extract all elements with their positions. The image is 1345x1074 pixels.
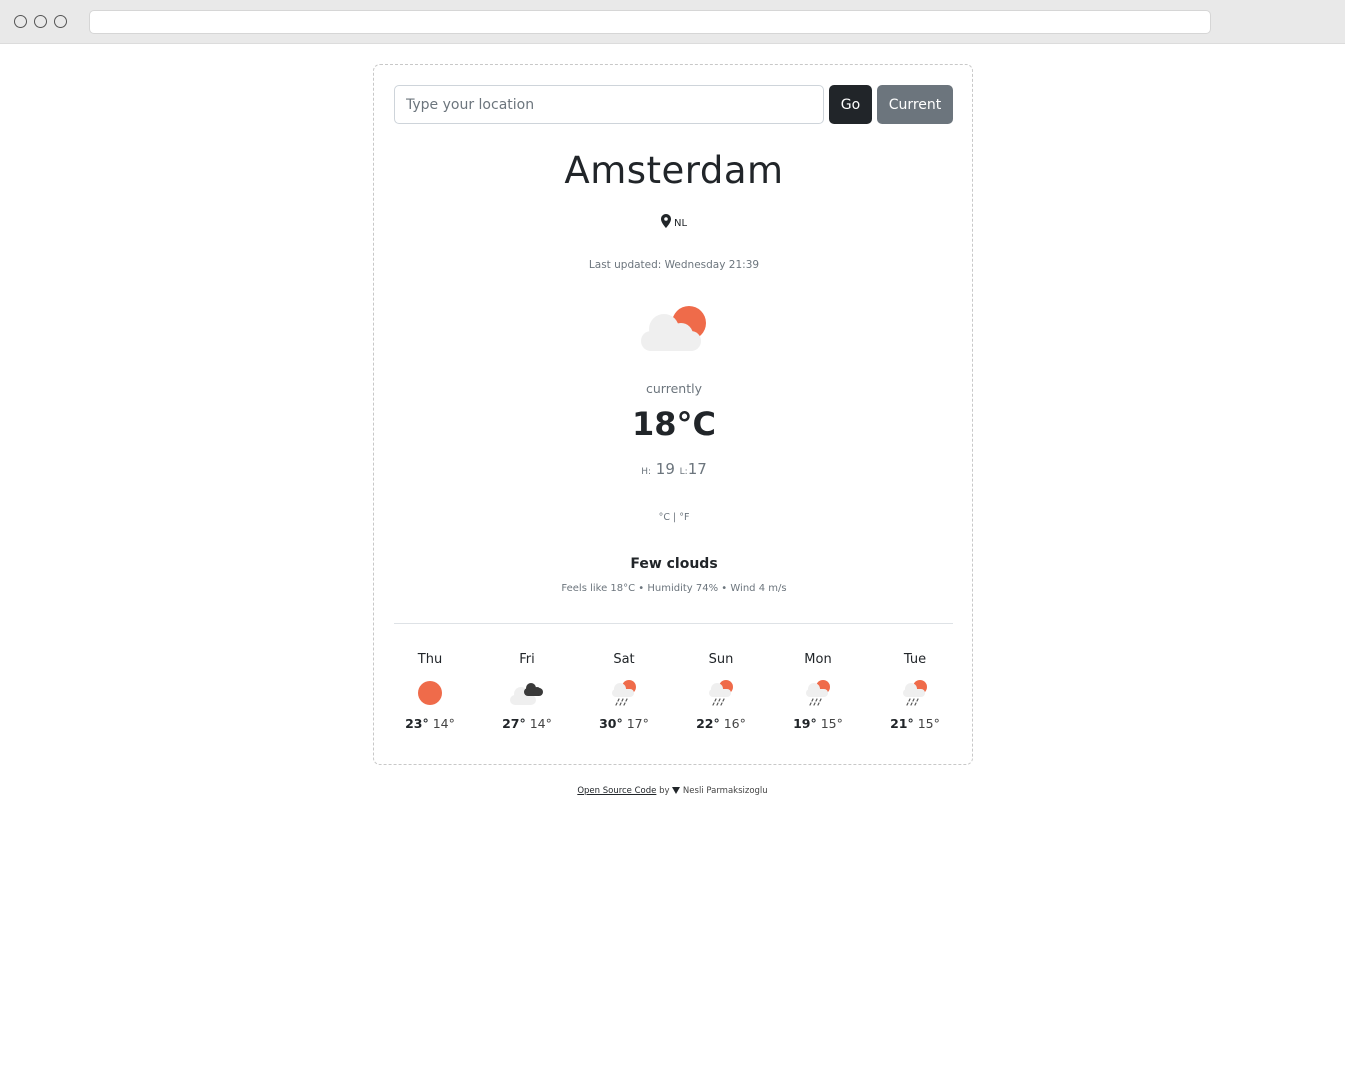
weather-description: Few clouds <box>630 556 718 572</box>
few-clouds-icon <box>641 306 706 351</box>
current-location-button[interactable]: Current <box>877 85 953 124</box>
forecast-min: 15° <box>820 716 843 731</box>
forecast-temps: 30° 17° <box>584 716 664 731</box>
forecast-max: 19° <box>793 716 817 731</box>
forecast-max: 27° <box>502 716 526 731</box>
celsius-toggle[interactable]: °C <box>659 512 670 523</box>
forecast-max: 30° <box>599 716 623 731</box>
footer-by-text: by <box>659 786 670 796</box>
forecast-day-name: Tue <box>903 652 927 667</box>
forecast-list: Thu 23° 14° Fri 27° 14° Sat 30° 17° Sun … <box>394 650 953 745</box>
heart-icon <box>672 787 681 794</box>
forecast-day-name: Fri <box>519 652 535 667</box>
high-label: H: <box>641 467 651 477</box>
rain-icon <box>806 680 830 706</box>
low-value: 17 <box>687 460 707 478</box>
rain-icon <box>903 680 927 706</box>
forecast-day: Thu 23° 14° <box>390 650 470 731</box>
current-temperature: 18°C <box>631 405 716 443</box>
forecast-min: 14° <box>529 716 552 731</box>
forecast-temps: 19° 15° <box>778 716 858 731</box>
weather-details: Feels like 18°C • Humidity 74% • Wind 4 … <box>561 583 787 594</box>
forecast-day-name: Mon <box>804 652 832 667</box>
go-button[interactable]: Go <box>829 85 872 124</box>
divider <box>394 623 953 624</box>
rain-icon <box>709 680 733 706</box>
forecast-day-name: Sat <box>613 652 635 667</box>
forecast-temps: 22° 16° <box>681 716 761 731</box>
window-close-icon[interactable] <box>14 15 27 28</box>
forecast-min: 17° <box>626 716 649 731</box>
forecast-min: 15° <box>917 716 940 731</box>
forecast-day: Fri 27° 14° <box>487 650 567 731</box>
country-label: NL <box>374 214 974 229</box>
last-updated: Last updated: Wednesday 21:39 <box>588 259 760 271</box>
forecast-min: 16° <box>723 716 746 731</box>
forecast-day: Tue 21° 15° <box>875 650 955 731</box>
forecast-min: 14° <box>432 716 455 731</box>
footer: Open Source Code by Nesli Parmaksizoglu <box>0 786 1345 796</box>
forecast-day: Sat 30° 17° <box>584 650 664 731</box>
forecast-max: 23° <box>405 716 429 731</box>
forecast-day: Mon 19° 15° <box>778 650 858 731</box>
high-value: 19 <box>655 460 675 478</box>
forecast-temps: 23° 14° <box>390 716 470 731</box>
forecast-day-name: Thu <box>417 652 443 667</box>
map-pin-icon <box>660 214 671 228</box>
location-search-input[interactable] <box>394 85 824 124</box>
broken-clouds-icon <box>510 683 543 705</box>
window-maximize-icon[interactable] <box>54 15 67 28</box>
weather-card: Go Current Amsterdam NL Last updated: We… <box>373 64 973 765</box>
forecast-max: 21° <box>890 716 914 731</box>
search-form: Go Current <box>394 85 953 124</box>
window-minimize-icon[interactable] <box>34 15 47 28</box>
footer-author: Nesli Parmaksizoglu <box>682 786 768 796</box>
unit-separator: | <box>672 512 677 523</box>
forecast-max: 22° <box>696 716 720 731</box>
sun-icon <box>418 681 442 705</box>
low-label: L: <box>679 467 688 477</box>
forecast-temps: 21° 15° <box>875 716 955 731</box>
rain-icon <box>612 680 636 706</box>
address-bar[interactable] <box>89 10 1211 34</box>
browser-toolbar <box>0 0 1345 44</box>
forecast-day: Sun 22° 16° <box>681 650 761 731</box>
fahrenheit-toggle[interactable]: °F <box>679 512 689 523</box>
open-source-code-link[interactable]: Open Source Code <box>577 786 656 796</box>
forecast-day-name: Sun <box>708 652 734 667</box>
country-code: NL <box>673 218 688 229</box>
currently-label: currently <box>646 381 702 396</box>
city-name: Amsterdam <box>564 149 784 192</box>
unit-toggle: °C | °F <box>374 512 974 523</box>
forecast-temps: 27° 14° <box>487 716 567 731</box>
high-low-temperatures: H: 19 L:17 <box>374 460 974 478</box>
